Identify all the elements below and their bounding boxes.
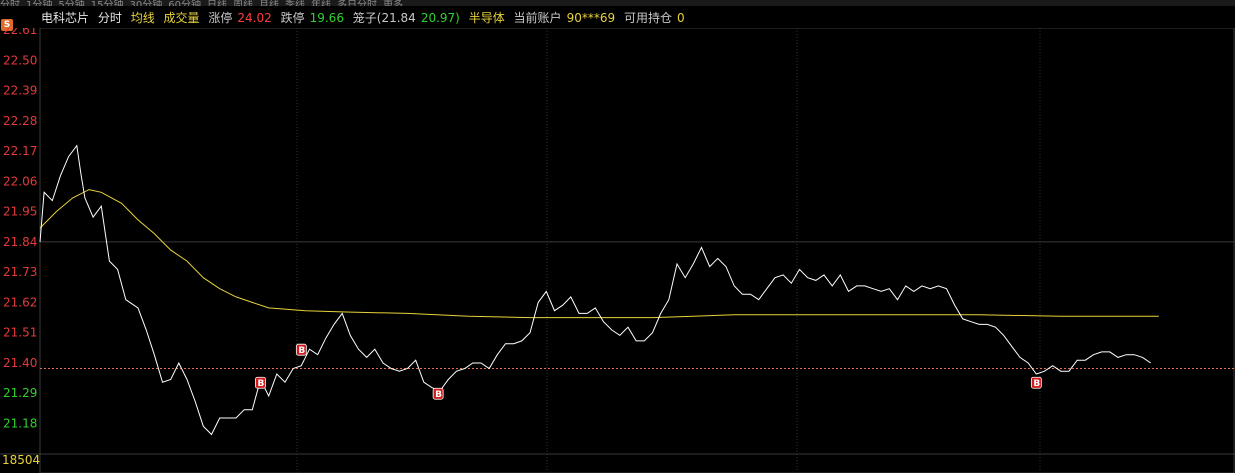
limit-up-value: 24.02 bbox=[237, 11, 272, 25]
account-label: 当前账户 bbox=[513, 11, 562, 25]
mode-label[interactable]: 分时 bbox=[98, 11, 122, 25]
plot-frame bbox=[39, 28, 1235, 473]
limit-down-label: 跌停 bbox=[280, 11, 305, 25]
volume-label: 18504 bbox=[2, 453, 40, 467]
buy-marker-text: B bbox=[298, 346, 305, 356]
buy-marker[interactable]: B bbox=[255, 376, 266, 389]
period-tab[interactable]: 周线 bbox=[233, 0, 253, 6]
y-tick-label: 22.28 bbox=[3, 114, 37, 128]
chart-grid bbox=[0, 28, 1235, 473]
position-value: 0 bbox=[676, 11, 685, 25]
buy-marker[interactable]: B bbox=[432, 387, 444, 400]
limit-down-value: 19.66 bbox=[309, 11, 344, 25]
period-tab[interactable]: 30分钟 bbox=[129, 0, 162, 6]
y-tick-label: 21.84 bbox=[3, 235, 37, 249]
volume-toggle[interactable]: 成交量 bbox=[164, 11, 200, 25]
limit-up-label: 涨停 bbox=[208, 11, 233, 25]
average-price-line bbox=[39, 189, 1159, 319]
sector-link[interactable]: 半导体 bbox=[469, 11, 505, 25]
y-tick-label: 21.18 bbox=[3, 416, 37, 430]
cage-label: 笼子(21.84 bbox=[352, 11, 416, 25]
y-tick-label: 22.17 bbox=[3, 144, 37, 158]
y-tick-label: 22.39 bbox=[3, 84, 37, 98]
account-value[interactable]: 90***69 bbox=[567, 11, 616, 25]
ma-toggle[interactable]: 均线 bbox=[131, 11, 155, 25]
cage-value: 20.97) bbox=[420, 11, 460, 25]
period-tab[interactable]: 5分钟 bbox=[58, 0, 84, 6]
period-tab[interactable]: 更多 bbox=[383, 0, 403, 6]
y-tick-label: 22.06 bbox=[3, 174, 37, 188]
y-tick-label: 21.51 bbox=[3, 326, 37, 340]
buy-marker-text: B bbox=[435, 390, 442, 400]
y-axis-labels: 22.61 22.50 22.39 22.28 22.17 22.06 21.95 21.84… bbox=[3, 28, 37, 430]
buy-markers: B B B B bbox=[255, 343, 1042, 400]
y-tick-label: 21.73 bbox=[3, 265, 37, 279]
buy-marker-text: B bbox=[1033, 379, 1040, 389]
period-tab[interactable]: 月线 bbox=[259, 0, 279, 6]
y-tick-label: 21.40 bbox=[3, 356, 37, 370]
chart-header: S 电科芯片 分时 均线 成交量 涨停 24.02 跌停 19.66 笼子(21.8… bbox=[0, 8, 1235, 31]
y-tick-label: 21.95 bbox=[3, 205, 37, 219]
y-tick-label: 21.29 bbox=[3, 386, 37, 400]
intraday-chart[interactable]: 22.61 22.50 22.39 22.28 22.17 22.06 21.95 21.84… bbox=[0, 28, 1235, 473]
position-label: 可用持仓 bbox=[623, 11, 672, 25]
period-tab[interactable]: 季线 bbox=[285, 0, 305, 6]
period-tab[interactable]: 分时 bbox=[0, 0, 20, 6]
period-tab[interactable]: 60分钟 bbox=[168, 0, 201, 6]
buy-marker[interactable]: B bbox=[295, 343, 307, 356]
y-tick-label: 22.50 bbox=[3, 53, 37, 67]
buy-marker-text: B bbox=[258, 379, 265, 389]
y-tick-label: 22.61 bbox=[3, 28, 37, 37]
period-tab[interactable]: 15分钟 bbox=[91, 0, 124, 6]
price-line bbox=[39, 144, 1151, 436]
stock-name: 电科芯片 bbox=[41, 11, 90, 25]
period-tab[interactable]: 1分钟 bbox=[26, 0, 52, 6]
period-tab-strip[interactable]: 分时 1分钟 5分钟 15分钟 30分钟 60分钟 日线 周线 月线 季线 年线 多日分时 更多 bbox=[0, 0, 1235, 6]
period-tab[interactable]: 年线 bbox=[311, 0, 331, 6]
buy-marker[interactable]: B bbox=[1030, 376, 1042, 389]
period-tab[interactable]: 多日分时 bbox=[337, 0, 377, 6]
y-tick-label: 21.62 bbox=[3, 295, 37, 309]
period-tab[interactable]: 日线 bbox=[207, 0, 227, 6]
